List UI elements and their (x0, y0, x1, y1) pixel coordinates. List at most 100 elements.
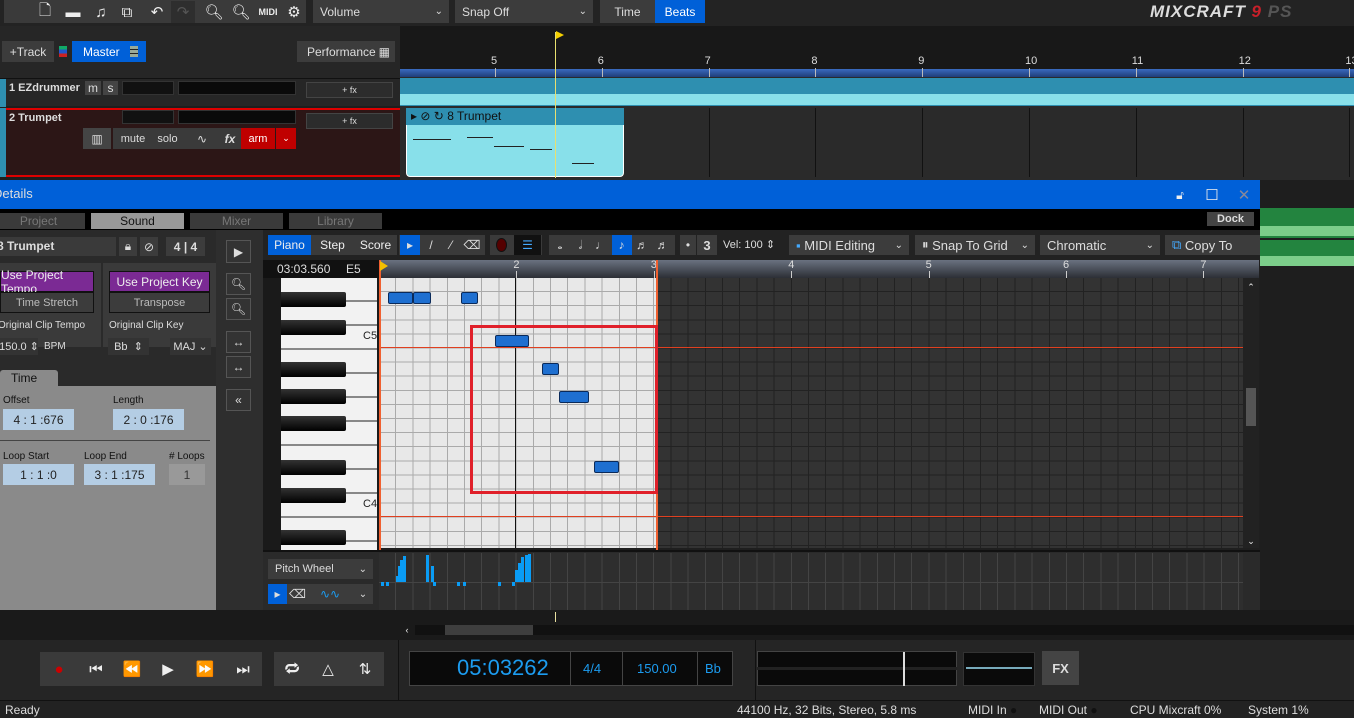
horizontal-scrollbar[interactable] (415, 625, 1354, 635)
zoom-out-icon[interactable]: 🔍︎ (226, 298, 251, 320)
pitch-wheel-bar[interactable] (521, 557, 524, 582)
select-tool-icon[interactable]: ▸ (400, 235, 420, 255)
eraser-tool-icon[interactable]: ⌫ (461, 235, 483, 255)
loop-end-field[interactable]: 3 : 1 :175 (84, 464, 155, 485)
playhead[interactable] (555, 32, 556, 178)
midi-icon[interactable]: MIDI (255, 1, 281, 23)
go-to-start-icon[interactable]: ⏮ (86, 658, 106, 680)
add-fx-button[interactable]: + fx (306, 82, 393, 98)
details-titlebar[interactable] (0, 180, 1260, 209)
pencil-tool-icon[interactable]: / (421, 235, 441, 255)
scroll-thumb[interactable] (1246, 388, 1256, 426)
save-icon[interactable] (88, 2, 110, 22)
tempo-readout[interactable]: 150.00 (637, 661, 677, 676)
black-key[interactable] (281, 530, 346, 545)
time-stretch-button[interactable]: Time Stretch (0, 292, 94, 313)
metronome-icon[interactable]: △ (317, 658, 339, 680)
tab-sound[interactable]: Sound (91, 213, 184, 229)
solo-button[interactable]: s (103, 81, 118, 95)
whole-note-icon[interactable]: 𝅝 (550, 235, 570, 255)
copy-to-button[interactable]: ⧉ Copy To (1165, 235, 1260, 255)
eighth-note-icon[interactable]: ♪ (611, 235, 632, 255)
timeline-ruler[interactable] (400, 26, 1354, 70)
arm-button[interactable]: arm (241, 128, 275, 149)
triplet-button[interactable]: 3 (697, 235, 717, 255)
beats-toggle[interactable]: Beats (655, 0, 705, 23)
block-icon[interactable]: ⊘ (420, 109, 430, 123)
pitch-wheel-bar[interactable] (403, 556, 406, 582)
pitch-wheel-bar[interactable] (512, 582, 515, 586)
pitch-wheel-bar[interactable] (433, 582, 436, 586)
mode-step[interactable]: Step (311, 235, 354, 255)
black-key[interactable] (281, 292, 346, 307)
signature-readout[interactable]: 4/4 (583, 661, 601, 676)
split-icon[interactable]: ⧉ (116, 2, 138, 22)
pitch-wheel-bar[interactable] (528, 554, 531, 582)
record-midi-icon[interactable] (491, 235, 511, 255)
pitch-wheel-bar[interactable] (386, 582, 389, 586)
time-signature[interactable]: 4 | 4 (166, 237, 205, 256)
loop-icon[interactable]: 🔁︎ (281, 658, 303, 680)
curve-tool-icon[interactable]: ∿∿ (310, 584, 350, 604)
master-fx-button[interactable]: FX (1042, 651, 1079, 685)
use-project-key-button[interactable]: Use Project Key (109, 271, 210, 292)
scale-select[interactable]: Chromatic ⌄ (1040, 235, 1160, 255)
key-readout[interactable]: Bb (705, 661, 721, 676)
pan-slider[interactable] (122, 110, 174, 124)
volume-slider[interactable] (178, 81, 296, 95)
curve-dropdown-icon[interactable]: ⌄ (354, 584, 372, 604)
solo-button[interactable]: solo (151, 128, 184, 149)
midi-note[interactable] (413, 292, 431, 305)
fast-forward-icon[interactable]: ⏩ (193, 658, 217, 680)
arm-dropdown[interactable]: ⌄ (276, 128, 296, 149)
midi-note[interactable] (460, 292, 478, 305)
scroll-down-icon[interactable]: ⌄ (1243, 534, 1259, 548)
clip-name-field[interactable]: 8 Trumpet (0, 237, 116, 256)
record-icon[interactable]: ● (50, 658, 68, 680)
black-key[interactable] (281, 488, 346, 503)
length-field[interactable]: 2 : 0 :176 (113, 409, 184, 430)
settings-icon[interactable]: ⚙ (283, 1, 305, 23)
select-tool-icon[interactable]: ▸ (268, 584, 287, 604)
scroll-left-icon[interactable]: ‹ (402, 624, 412, 636)
piano-keyboard-icon[interactable]: ▥ (83, 128, 111, 149)
undo-icon[interactable]: ↶ (145, 1, 169, 23)
transpose-button[interactable]: Transpose (109, 292, 210, 313)
loop-start-field[interactable]: 1 : 1 :0 (3, 464, 74, 485)
mode-score[interactable]: Score (354, 235, 397, 255)
snap-to-grid-select[interactable]: ⏸ Snap To Grid ⌄ (915, 235, 1035, 255)
quarter-note-icon[interactable]: ♩ (591, 235, 611, 255)
close-icon[interactable]: ✕ (1234, 185, 1254, 205)
open-folder-icon[interactable]: ▬ (62, 2, 84, 22)
dock-button[interactable]: Dock (1207, 212, 1254, 226)
master-volume[interactable] (963, 652, 1035, 686)
dotted-note-button[interactable]: • (680, 235, 696, 255)
shrink-horizontal-icon[interactable]: ↔ (226, 356, 251, 378)
tempo-spinner[interactable]: 150.0 ⇕ (0, 338, 39, 355)
black-key[interactable] (281, 460, 346, 475)
lock-icon[interactable]: 🔓︎ (1170, 185, 1190, 205)
go-to-end-icon[interactable]: ⏭ (233, 658, 253, 680)
new-file-icon[interactable]: 🗋 (34, 2, 56, 22)
use-project-tempo-button[interactable]: Use Project Tempo (0, 268, 94, 296)
block-icon[interactable]: ⊘ (140, 237, 158, 256)
loop-start-flag-icon[interactable] (380, 261, 388, 271)
pitch-wheel-bar[interactable] (463, 582, 466, 586)
eraser-tool-icon[interactable]: ⌫ (289, 584, 306, 604)
time-toggle[interactable]: Time (600, 0, 655, 23)
brush-tool-icon[interactable]: ⁄ (441, 235, 461, 255)
mute-button[interactable]: m (85, 81, 101, 95)
controller-select[interactable]: Pitch Wheel ⌄ (268, 559, 373, 579)
rewind-icon[interactable]: ⏪ (120, 658, 144, 680)
pitch-wheel-bar[interactable] (498, 582, 501, 586)
volume-select[interactable]: Volume ⌄ (313, 0, 449, 23)
pitch-wheel-bar[interactable] (426, 555, 429, 582)
editor-ruler[interactable] (379, 260, 1259, 278)
sixteenth-note-icon[interactable]: ♬ (632, 235, 652, 255)
add-fx-button[interactable]: + fx (306, 113, 393, 129)
black-key[interactable] (281, 362, 346, 377)
lock-icon[interactable]: 🔒︎ (119, 237, 137, 256)
quantize-icon[interactable]: ☰ (514, 235, 541, 255)
mode-piano[interactable]: Piano (268, 235, 311, 255)
midi-editing-select[interactable]: ▪ MIDI Editing ⌄ (789, 235, 909, 255)
